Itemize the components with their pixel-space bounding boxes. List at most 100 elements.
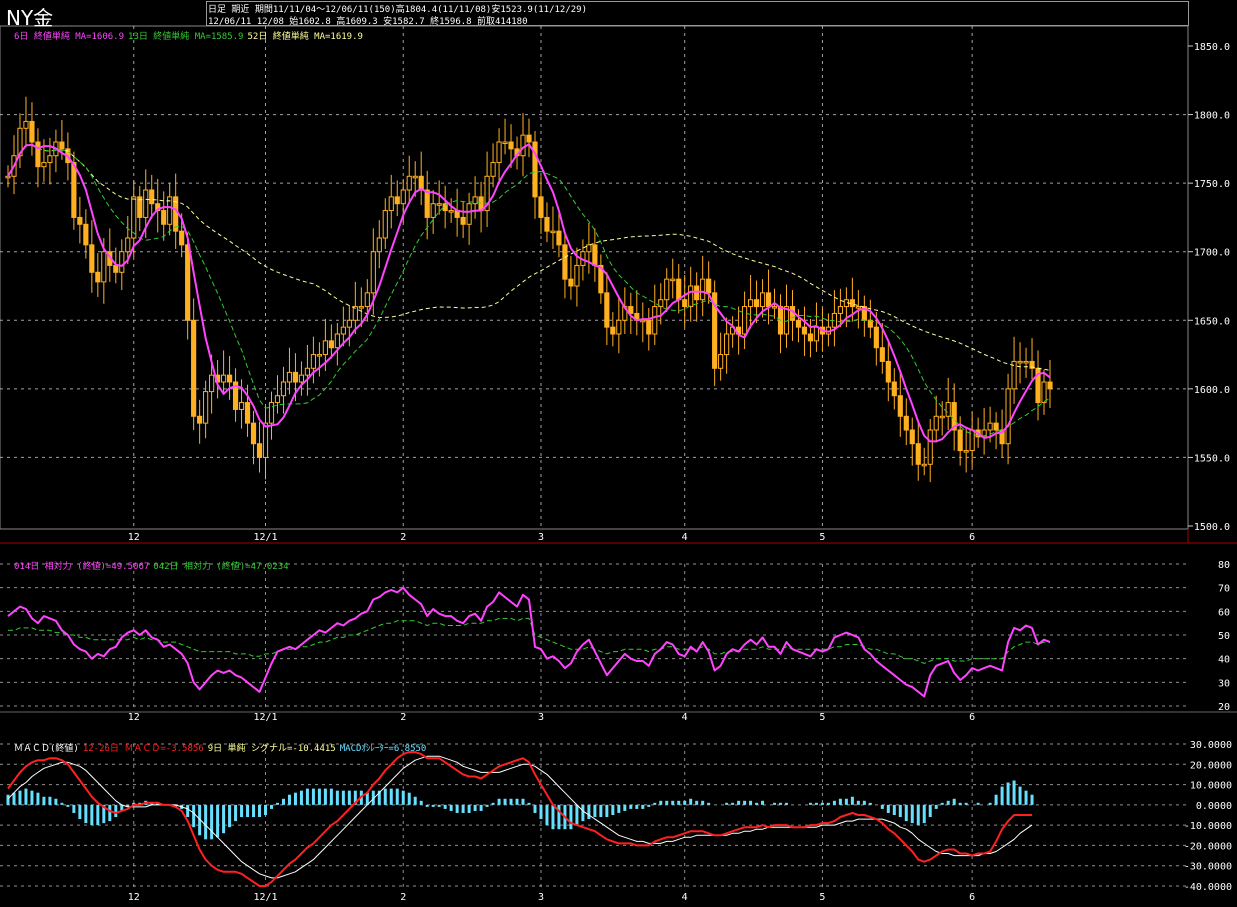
candle-body [430,203,436,218]
macd-legend: ＭＡＣＤ(終値) 12-26日 ＭＡＣＤ=-3.5856 9日 単純 シグナル=-1… [14,741,430,754]
candle-body [143,189,149,218]
candle-body [544,216,550,232]
candle-body [179,230,185,246]
candle-body [185,244,191,321]
candle-body [909,429,915,445]
legend-macd: 12-26日 ＭＡＣＤ=-3.5856 [82,744,204,754]
candle-body [538,196,544,218]
candle-body [412,175,418,179]
candle-body [724,333,730,356]
price-tick-label: 1850.0 [1194,42,1230,53]
candle-body [490,162,496,177]
candle-body [280,381,287,397]
candle-body [286,371,293,383]
candle-body [5,175,11,179]
candle-body [388,196,394,212]
candle-body [322,340,328,356]
price-x-tick-label: 5 [819,532,825,543]
candle-body [873,326,879,349]
macd-tick-label: 30.0000 [1190,740,1232,751]
rsi-tick-label: 60 [1218,607,1230,618]
candle-body [466,203,472,225]
candle-body [915,443,921,465]
candle-body [394,196,400,205]
candle-body [1017,360,1023,364]
candle-body [274,395,281,404]
price-x-tick-label: 12 [128,532,140,543]
candle-body [77,216,83,225]
candle-body [694,285,700,301]
macd-x-tick-label: 3 [538,892,544,903]
candle-body [149,189,155,205]
macd-tick-label: -40.0000 [1184,882,1232,893]
candle-body [35,141,41,168]
candle-body [526,134,532,143]
instrument-title: NY金 [6,6,54,30]
candle-body [23,120,29,129]
candle-body [496,141,502,164]
rsi-x-tick-label: 5 [819,712,825,723]
candle-body [957,429,963,452]
candle-body [119,251,125,273]
candle-body [939,415,945,419]
legend-ma6: 6日 終値単純 MA=1606.9 [14,32,125,42]
candle-body [682,299,688,308]
candle-body [370,251,376,294]
legend-ma13: 13日 終値単純 MA=1585.9 [128,32,244,42]
candle-body [1023,360,1029,364]
legend-ma52: 52日 終値単純 MA=1619.9 [247,32,363,42]
legend-rsi14: 014日 相対力 (終値)=49.5067 [14,562,150,572]
macd-tick-label: -10.0000 [1184,821,1232,832]
candle-body [993,422,999,431]
candle-body [903,415,909,431]
legend-oscillator: MACDｵｼﾚｰﾀｰ=6.8550 [339,744,427,754]
candle-body [292,371,299,383]
candle-body [298,374,305,383]
candle-body [125,237,131,253]
legend-rsi42: 042日 相対力 (終値)=47.0234 [153,562,289,572]
candle-body [640,319,646,323]
candle-body [700,278,706,301]
price-x-tick-label: 12/1 [253,532,277,543]
candle-body [71,162,77,218]
candle-body [706,278,712,294]
ma52-line [7,144,1051,371]
candle-body [262,422,269,458]
candle-body [161,210,167,225]
candle-body [358,306,364,309]
rsi-x-tick-label: 12 [128,712,140,723]
price-tick-label: 1800.0 [1194,111,1230,122]
candle-body [568,278,574,287]
candle-body [718,354,724,369]
candle-body [801,326,808,335]
rsi-tick-label: 30 [1218,678,1230,689]
candle-body [610,326,616,335]
candle-body [221,374,227,383]
candle-body [879,347,885,362]
candle-body [520,134,526,157]
candle-body [963,450,969,453]
rsi-x-tick-label: 12/1 [253,712,277,723]
candle-body [328,340,334,349]
candle-body [340,326,346,335]
candle-body [1005,388,1011,445]
candle-body [191,319,197,417]
candle-body [1047,381,1053,390]
candle-body [646,319,652,335]
candle-body [41,162,47,168]
candle-body [891,381,897,397]
candle-body [807,333,814,342]
legend-signal: 9日 単純 シグナル=-10.4415 [207,744,336,754]
macd-tick-label: 0.0000 [1196,801,1232,812]
candle-body [765,292,772,308]
macd-x-tick-label: 2 [400,892,406,903]
candle-body [927,429,933,465]
candle-body [436,203,442,206]
candle-body [837,306,843,314]
candle-body [472,196,478,205]
candle-body [508,141,514,150]
candle-body [113,264,119,273]
candle-body [226,374,233,383]
candle-body [586,244,592,253]
candle-body [29,120,35,143]
